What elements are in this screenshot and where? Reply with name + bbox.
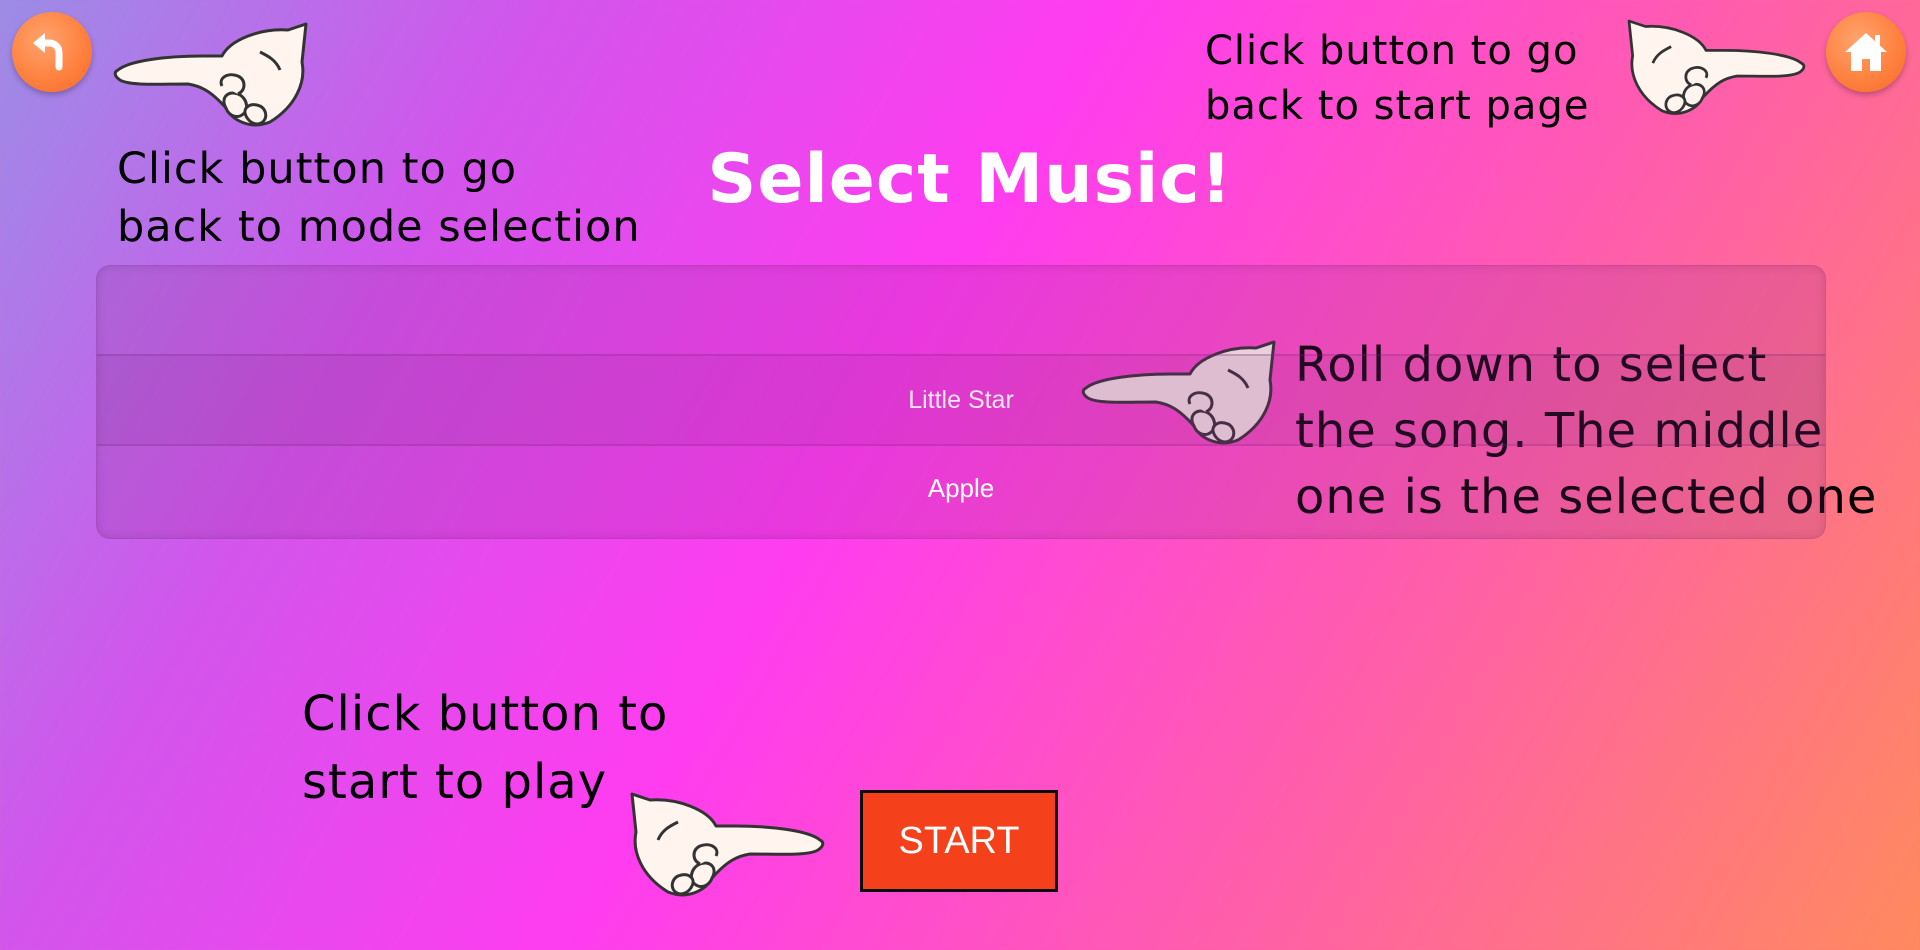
page-title: Select Music! <box>707 140 1233 219</box>
start-button[interactable]: START <box>860 790 1058 892</box>
pointing-hand-icon <box>1627 19 1806 115</box>
hint-start-button: Click button to start to play <box>302 686 669 810</box>
back-button[interactable] <box>12 12 92 92</box>
home-icon <box>1845 33 1887 71</box>
home-button[interactable] <box>1826 12 1906 92</box>
song-option-selected[interactable]: Little Star <box>97 354 1825 446</box>
song-option[interactable]: Apple <box>97 444 1825 532</box>
song-picker[interactable]: Little Star Apple <box>96 265 1826 539</box>
song-option[interactable] <box>97 266 1825 354</box>
back-arrow-icon <box>33 33 63 71</box>
hint-home-button: Click button to go back to start page <box>1205 28 1590 129</box>
pointing-hand-icon <box>113 22 308 127</box>
